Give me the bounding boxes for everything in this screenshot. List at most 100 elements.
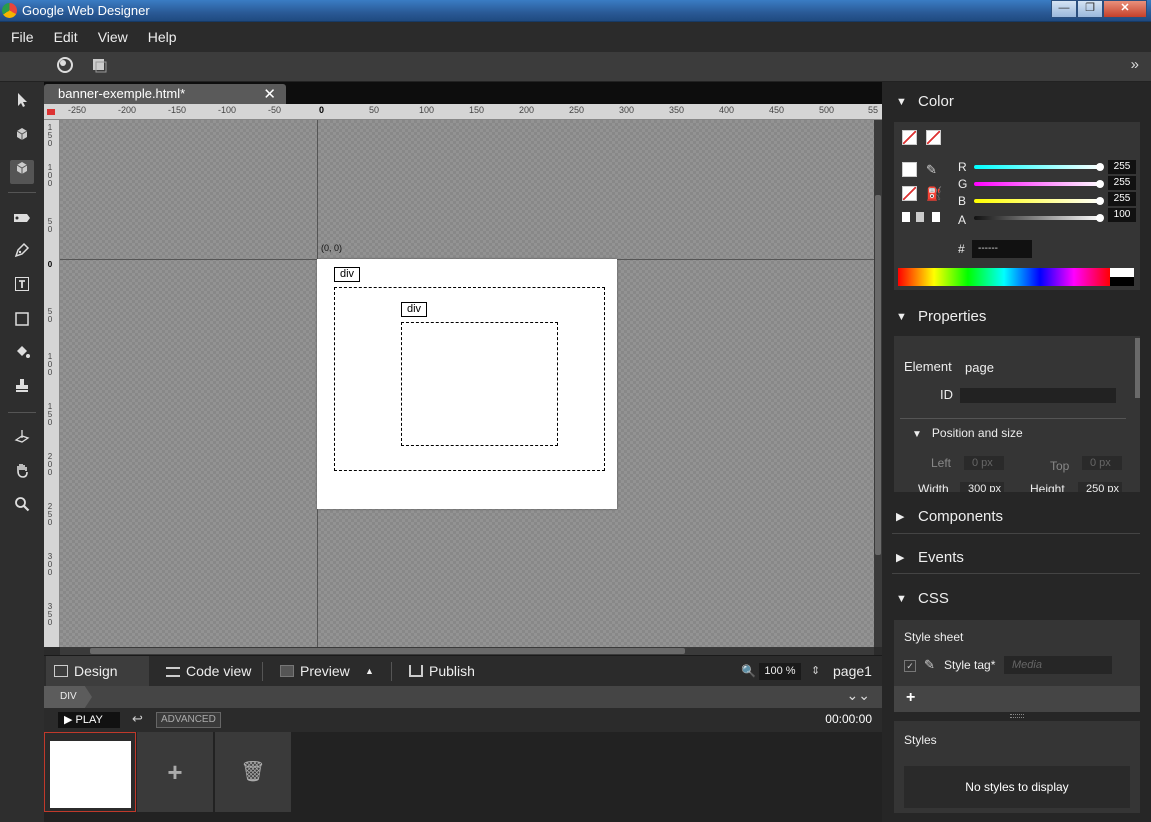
stamp-icon	[16, 379, 28, 392]
page-selector[interactable]: page1	[833, 656, 872, 687]
breadcrumb-div[interactable]: DIV	[44, 686, 92, 708]
red-value-field[interactable]: 255	[1108, 160, 1136, 174]
css-section-header[interactable]: ▼ CSS	[882, 582, 1151, 616]
tab-banner-exemple[interactable]: banner-exemple.html* ✕	[44, 84, 286, 104]
stroke-none-swatch[interactable]	[902, 130, 917, 145]
position-size-header[interactable]: ▼ Position and size	[912, 426, 1023, 440]
properties-divider	[900, 418, 1126, 419]
advanced-mode-button[interactable]: ADVANCED	[156, 712, 221, 728]
edit-style-icon[interactable]: ✎	[924, 657, 935, 673]
color-spectrum-picker[interactable]	[898, 268, 1110, 286]
maximize-button[interactable]: ❐	[1077, 0, 1103, 18]
selection-tool[interactable]	[10, 92, 34, 116]
stamp-tool[interactable]	[10, 378, 34, 402]
red-slider[interactable]	[974, 163, 1104, 171]
menu-file[interactable]: File	[0, 29, 44, 45]
alpha-slider[interactable]	[974, 214, 1104, 222]
horizontal-ruler[interactable]: -250 -200 -150 -100 -50 0 50 100 150 200…	[44, 104, 882, 120]
fill-color-swatch[interactable]	[902, 162, 917, 177]
tab-label: banner-exemple.html*	[58, 86, 186, 101]
properties-section-header[interactable]: ▼ Properties	[882, 300, 1151, 334]
green-value-field[interactable]: 255	[1108, 176, 1136, 190]
hex-color-input[interactable]: ------	[972, 240, 1032, 258]
zoom-stepper[interactable]: ⇕	[811, 656, 820, 687]
ruler-tick-label: 250	[569, 105, 585, 115]
close-window-button[interactable]: ✕	[1103, 0, 1147, 18]
collapse-timeline-icon[interactable]: ⌄⌄	[847, 687, 870, 704]
events-section-header[interactable]: ▶ Events	[882, 541, 1151, 575]
text-tool[interactable]	[10, 276, 34, 300]
ruler-tick-label: 1 0 0	[47, 163, 53, 188]
selection-mode-button[interactable]	[54, 56, 76, 78]
inner-div-tag[interactable]: div	[401, 302, 428, 317]
code-view-label: Code view	[186, 663, 252, 679]
tag-tool[interactable]	[10, 208, 34, 232]
black-white-picker[interactable]	[1110, 268, 1134, 286]
code-view-button[interactable]: Code view	[166, 656, 251, 687]
design-canvas[interactable]: (0, 0) div div	[60, 120, 874, 647]
inner-div-element[interactable]	[401, 322, 558, 446]
scrollbar-thumb[interactable]	[90, 648, 685, 654]
alpha-value-field[interactable]: 100	[1108, 208, 1136, 222]
3d-mode-button[interactable]	[88, 56, 110, 78]
hand-tool[interactable]	[10, 462, 34, 486]
delete-page-button[interactable]: 🗑	[215, 732, 291, 812]
design-view-button[interactable]: Design view	[46, 656, 149, 710]
vertical-ruler[interactable]: 1 5 0 1 0 0 5 0 0 5 0 1 0 0 1 5 0 2 0 0 …	[44, 120, 60, 647]
3d-object-rotation-tool[interactable]	[10, 126, 34, 150]
slider-knob[interactable]	[1096, 214, 1104, 222]
ruler-tick-label: 100	[419, 105, 435, 115]
style-tag-label[interactable]: Style tag*	[944, 658, 995, 672]
pen-icon	[14, 242, 30, 258]
page-thumbnail[interactable]	[44, 732, 136, 812]
undo-icon[interactable]: ↩	[132, 711, 143, 727]
width-input[interactable]: 300 px	[960, 482, 1004, 492]
media-query-input[interactable]: Media	[1004, 656, 1112, 674]
add-page-button[interactable]: +	[137, 732, 213, 812]
shape-tool[interactable]	[10, 310, 34, 334]
eyedropper-icon[interactable]: ✎	[926, 162, 937, 178]
style-tag-checkbox[interactable]: ✓	[904, 660, 916, 672]
resize-grip-icon[interactable]	[1010, 714, 1024, 718]
zoom-tool[interactable]	[10, 496, 34, 520]
components-section-header[interactable]: ▶ Components	[882, 500, 1151, 534]
green-slider[interactable]	[974, 180, 1104, 188]
play-button[interactable]: ▶ PLAY	[58, 712, 120, 728]
minimize-button[interactable]: —	[1051, 0, 1077, 18]
fill-tool[interactable]	[10, 344, 34, 368]
slider-knob[interactable]	[1096, 197, 1104, 205]
3d-translation-tool[interactable]	[10, 160, 34, 184]
color-mode-icons[interactable]	[902, 212, 950, 222]
menu-view[interactable]: View	[88, 29, 138, 45]
properties-scrollbar[interactable]	[1135, 338, 1140, 398]
tag-icon	[14, 214, 30, 222]
scrollbar-thumb[interactable]	[875, 195, 881, 555]
pen-tool[interactable]	[10, 242, 34, 266]
expand-panel-button[interactable]: »	[1131, 56, 1139, 73]
add-style-button[interactable]: +	[906, 689, 915, 707]
canvas-vertical-scrollbar[interactable]	[874, 120, 882, 647]
slider-knob[interactable]	[1096, 180, 1104, 188]
menu-help[interactable]: Help	[138, 29, 187, 45]
publish-button[interactable]: Publish	[409, 656, 475, 687]
menu-edit[interactable]: Edit	[44, 29, 88, 45]
paint-bucket-icon[interactable]: ⛽	[926, 186, 942, 202]
fill-none-swatch[interactable]	[926, 130, 941, 145]
id-input[interactable]	[960, 388, 1116, 403]
stage-page[interactable]: div div	[317, 259, 617, 509]
left-input[interactable]: 0 px	[964, 456, 1004, 470]
height-input[interactable]: 250 px	[1078, 482, 1122, 492]
slider-knob[interactable]	[1096, 163, 1104, 171]
3d-plane-tool[interactable]	[10, 428, 34, 452]
preview-dropdown-button[interactable]: ▲	[365, 656, 374, 687]
blue-slider[interactable]	[974, 197, 1104, 205]
outer-div-tag[interactable]: div	[334, 267, 361, 282]
tab-close-icon[interactable]: ✕	[263, 85, 276, 103]
zoom-level-field[interactable]: 100 %	[759, 663, 801, 680]
top-input[interactable]: 0 px	[1082, 456, 1122, 470]
blue-value-field[interactable]: 255	[1108, 192, 1136, 206]
color-section-header[interactable]: ▼ Color	[882, 85, 1151, 119]
canvas-horizontal-scrollbar[interactable]	[60, 647, 874, 655]
stroke-color-swatch[interactable]	[902, 186, 917, 201]
preview-button[interactable]: Preview	[280, 656, 350, 687]
